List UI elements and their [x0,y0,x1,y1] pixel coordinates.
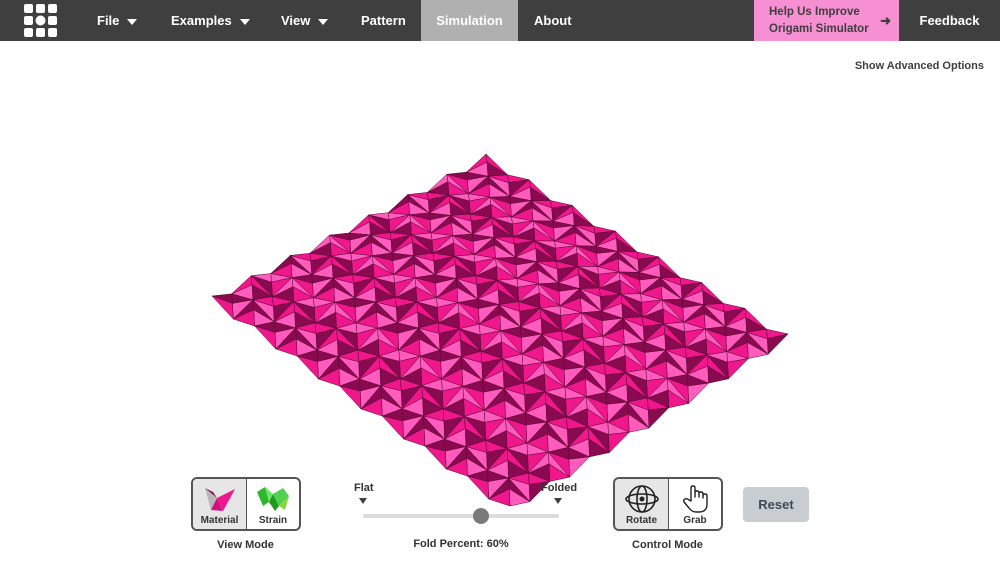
reset-button[interactable]: Reset [743,487,809,522]
material-icon [204,488,235,511]
control-mode-toggle: Rotate Grab [613,477,723,531]
app-logo-icon[interactable] [24,4,57,37]
menu-view[interactable]: View [281,0,329,41]
origami-facet [727,358,750,380]
origami-facet [647,407,670,429]
feedback-link[interactable]: Feedback [899,0,1000,41]
origami-facet [702,290,725,306]
control-mode-rotate-button[interactable]: Rotate [615,479,668,529]
fold-percent-slider[interactable] [363,514,559,518]
menu-file[interactable]: File [97,0,138,41]
control-mode-rotate-label: Rotate [625,515,658,526]
fold-folded-label: Folded [541,482,578,494]
view-mode-material-label: Material [200,515,239,526]
menu-pattern-label: Pattern [361,13,406,28]
menu-examples[interactable]: Examples [171,0,250,41]
origami-mesh [211,153,789,507]
menu-about-label: About [534,13,572,28]
hand-icon [682,485,708,513]
origami-facet [659,263,681,278]
origami-facet [687,382,710,405]
menu-simulation[interactable]: Simulation [421,0,518,41]
menu-simulation-label: Simulation [436,13,503,28]
origami-facet [486,161,509,177]
arrow-right-icon: ➜ [880,13,891,28]
origami-model-canvas[interactable] [0,41,1000,563]
top-nav: File Examples View Pattern Simulation Ab… [0,0,1000,41]
control-mode-grab-button[interactable]: Grab [668,479,721,529]
chevron-down-icon [239,18,250,25]
view-mode-strain-label: Strain [258,515,288,526]
help-improve-link[interactable]: Help Us Improve Origami Simulator ➜ [754,0,899,41]
view-mode-strain-button[interactable]: Strain [246,479,299,529]
strain-icon [257,487,289,511]
fold-flat-label: Flat [354,482,374,494]
flat-marker-icon [359,498,367,504]
origami-facet [568,456,591,478]
menu-examples-label: Examples [171,13,232,28]
chevron-down-icon [318,18,329,25]
origami-facet [529,186,552,201]
fold-percent-caption: Fold Percent: 60% [413,538,509,550]
origami-facet [572,212,595,227]
chevron-down-icon [127,18,138,25]
view-mode-caption: View Mode [217,539,274,551]
origami-facet [616,237,638,253]
folded-marker-icon [554,498,562,504]
control-mode-caption: Control Mode [632,539,703,551]
menu-about[interactable]: About [534,0,572,41]
menu-file-label: File [97,13,120,28]
view-mode-toggle: Material Strain [191,477,301,531]
origami-facet [608,431,630,454]
view-mode-material-button[interactable]: Material [193,479,246,529]
control-mode-grab-label: Grab [683,515,707,526]
menu-pattern[interactable]: Pattern [361,0,406,41]
fold-slider-handle[interactable] [472,508,489,524]
rotate-icon [624,485,659,513]
menu-view-label: View [281,13,311,28]
